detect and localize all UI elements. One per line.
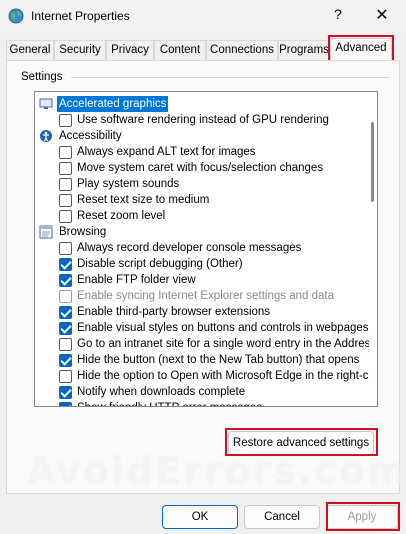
tab-programs[interactable]: Programs xyxy=(278,40,330,60)
settings-option[interactable]: Always record developer console messages xyxy=(35,240,369,256)
setting-label: Always expand ALT text for images xyxy=(77,146,256,158)
setting-label: Enable syncing Internet Explorer setting… xyxy=(77,290,334,302)
vertical-scrollbar[interactable] xyxy=(371,122,374,202)
checkbox[interactable] xyxy=(59,162,72,175)
setting-label: Notify when downloads complete xyxy=(77,386,246,398)
setting-label: Browsing xyxy=(59,226,107,238)
setting-label: Hide the option to Open with Microsoft E… xyxy=(77,370,369,382)
settings-option[interactable]: Move system caret with focus/selection c… xyxy=(35,160,369,176)
checkbox[interactable] xyxy=(59,402,72,406)
setting-label: Reset text size to medium xyxy=(77,194,210,206)
setting-label: Play system sounds xyxy=(77,178,180,190)
checkbox[interactable] xyxy=(59,274,72,287)
checkbox[interactable] xyxy=(59,210,72,223)
setting-label: Show friendly HTTP error messages xyxy=(77,400,262,406)
tab-general[interactable]: General xyxy=(6,40,54,60)
monitor-icon xyxy=(39,98,53,109)
checkbox[interactable] xyxy=(59,386,72,399)
internet-globe-icon xyxy=(8,8,24,24)
setting-label: Always record developer console messages xyxy=(77,242,302,254)
checkbox[interactable] xyxy=(59,290,72,303)
setting-label: Reset zoom level xyxy=(77,210,166,222)
document-icon xyxy=(39,225,53,239)
checkbox[interactable] xyxy=(59,370,72,383)
setting-label: Move system caret with focus/selection c… xyxy=(77,162,324,174)
accessibility-icon xyxy=(40,130,52,142)
checkbox[interactable] xyxy=(59,114,72,127)
settings-option[interactable]: Enable third-party browser extensions xyxy=(35,304,369,320)
settings-option[interactable]: Play system sounds xyxy=(35,176,369,192)
settings-category[interactable]: Accelerated graphics xyxy=(35,96,369,112)
settings-option[interactable]: Notify when downloads complete xyxy=(35,384,369,400)
settings-option[interactable]: Enable FTP folder view xyxy=(35,272,369,288)
checkbox[interactable] xyxy=(59,322,72,335)
tab-content[interactable]: Content xyxy=(154,40,206,60)
settings-option[interactable]: Always expand ALT text for images xyxy=(35,144,369,160)
settings-option[interactable]: Use software rendering instead of GPU re… xyxy=(35,112,369,128)
setting-label: Use software rendering instead of GPU re… xyxy=(77,114,329,126)
checkbox[interactable] xyxy=(59,354,72,367)
settings-group-label: Settings xyxy=(21,71,63,83)
settings-category[interactable]: Browsing xyxy=(35,224,369,240)
settings-option[interactable]: Enable syncing Internet Explorer setting… xyxy=(35,288,369,304)
tab-privacy[interactable]: Privacy xyxy=(106,40,154,60)
settings-option[interactable]: Reset text size to medium xyxy=(35,192,369,208)
setting-label: Enable third-party browser extensions xyxy=(77,306,271,318)
checkbox[interactable] xyxy=(59,338,72,351)
setting-label: Enable FTP folder view xyxy=(77,274,196,286)
settings-option[interactable]: Disable script debugging (Other) xyxy=(35,256,369,272)
setting-label: Enable visual styles on buttons and cont… xyxy=(77,322,369,334)
tab-security[interactable]: Security xyxy=(54,40,106,60)
window-title: Internet Properties xyxy=(31,9,130,23)
settings-option[interactable]: Show friendly HTTP error messages xyxy=(35,400,369,406)
setting-label: Go to an intranet site for a single word… xyxy=(77,338,369,350)
settings-option[interactable]: Hide the button (next to the New Tab but… xyxy=(35,352,369,368)
checkbox[interactable] xyxy=(59,306,72,319)
settings-option[interactable]: Hide the option to Open with Microsoft E… xyxy=(35,368,369,384)
title-bar: Internet Properties ? ✕ xyxy=(0,0,406,32)
checkbox[interactable] xyxy=(59,194,72,207)
group-divider xyxy=(71,77,389,78)
checkbox[interactable] xyxy=(59,258,72,271)
setting-label: Disable script debugging (Other) xyxy=(77,258,243,270)
settings-option[interactable]: Enable visual styles on buttons and cont… xyxy=(35,320,369,336)
close-button[interactable]: ✕ xyxy=(374,5,390,25)
setting-label: Accelerated graphics xyxy=(57,96,169,112)
checkbox[interactable] xyxy=(59,146,72,159)
apply-button-highlight xyxy=(326,502,400,531)
help-button[interactable]: ? xyxy=(330,6,346,22)
setting-label: Accessibility xyxy=(59,130,122,142)
settings-option[interactable]: Go to an intranet site for a single word… xyxy=(35,336,369,352)
cancel-button[interactable]: Cancel xyxy=(244,505,320,529)
settings-tree-list[interactable]: Accelerated graphics Use software renderi… xyxy=(34,91,378,407)
settings-option[interactable]: Reset zoom level xyxy=(35,208,369,224)
settings-category[interactable]: Accessibility xyxy=(35,128,369,144)
tab-connections[interactable]: Connections xyxy=(206,40,278,60)
setting-label: Hide the button (next to the New Tab but… xyxy=(77,354,360,366)
checkbox[interactable] xyxy=(59,242,72,255)
watermark-logo: AvoidErrors.com xyxy=(26,449,406,493)
ok-button[interactable]: OK xyxy=(162,505,238,529)
advanced-tab-highlight xyxy=(328,35,394,63)
checkbox[interactable] xyxy=(59,178,72,191)
